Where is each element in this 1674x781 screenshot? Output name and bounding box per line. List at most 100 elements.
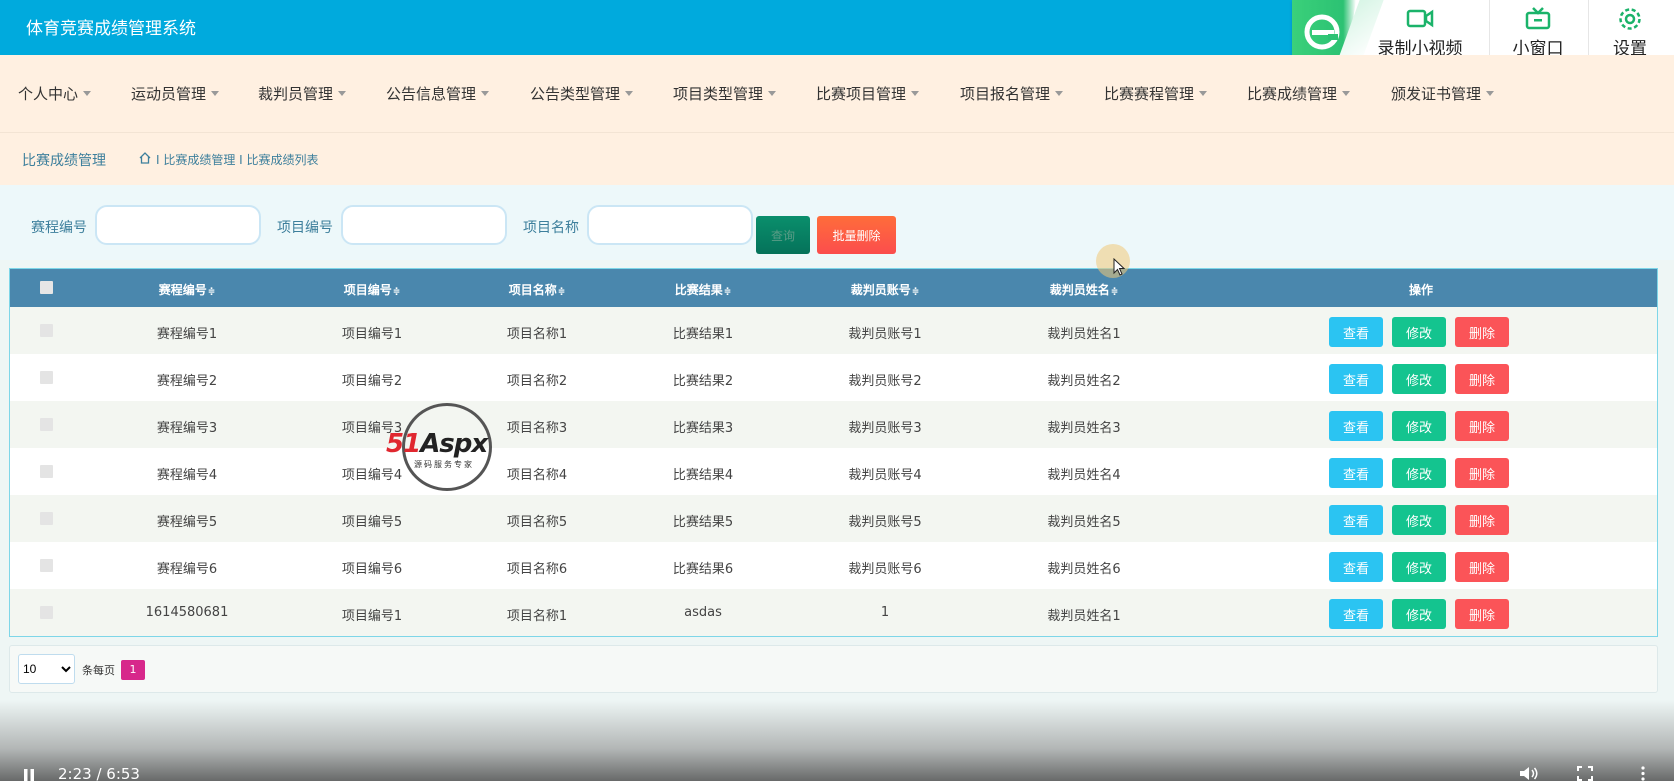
edit-button[interactable]: 修改 — [1392, 411, 1446, 441]
cell-project-name: 项目名称5 — [506, 515, 568, 530]
delete-button[interactable]: 删除 — [1455, 317, 1509, 347]
delete-button[interactable]: 删除 — [1455, 552, 1509, 582]
site-watermark: 51Aspx 源码服务专家 — [380, 403, 512, 491]
nav-item-match-project[interactable]: 比赛项目管理 — [816, 83, 920, 104]
cell-schedule-no: 赛程编号2 — [156, 374, 218, 389]
delete-button[interactable]: 删除 — [1455, 458, 1509, 488]
edit-button[interactable]: 修改 — [1392, 458, 1446, 488]
view-button[interactable]: 查看 — [1329, 317, 1383, 347]
settings-button[interactable]: 设置 — [1598, 4, 1662, 60]
sort-icon: ≑ — [911, 287, 920, 297]
cell-referee-account: 裁判员账号2 — [848, 374, 922, 389]
cell-referee-name: 裁判员姓名1 — [1047, 609, 1121, 624]
cell-referee-account: 裁判员账号1 — [848, 327, 922, 342]
header-schedule-no[interactable]: 赛程编号≑ — [159, 281, 216, 298]
pause-icon[interactable] — [22, 768, 36, 781]
header-referee-name[interactable]: 裁判员姓名≑ — [1050, 281, 1119, 298]
cell-project-name: 项目名称6 — [506, 562, 568, 577]
table-row: 赛程编号4 项目编号4 项目名称4 比赛结果4 裁判员账号4 裁判员姓名4 查看… — [10, 448, 1657, 495]
sort-icon: ≑ — [723, 287, 732, 297]
schedule-no-input[interactable] — [95, 205, 261, 245]
header-label: 项目编号 — [343, 283, 392, 297]
cell-schedule-no: 赛程编号5 — [156, 515, 218, 530]
nav-item-label: 颁发证书管理 — [1391, 85, 1482, 103]
view-button[interactable]: 查看 — [1329, 411, 1383, 441]
mini-window-button[interactable]: 小窗口 — [1498, 4, 1578, 60]
view-button[interactable]: 查看 — [1329, 458, 1383, 488]
nav-item-label: 公告信息管理 — [386, 85, 477, 103]
nav-item-label: 项目类型管理 — [673, 85, 764, 103]
row-checkbox[interactable] — [40, 324, 53, 337]
edit-button[interactable]: 修改 — [1392, 505, 1446, 535]
delete-button[interactable]: 删除 — [1455, 364, 1509, 394]
view-button[interactable]: 查看 — [1329, 599, 1383, 629]
row-checkbox[interactable] — [40, 371, 53, 384]
cell-schedule-no: 1614580681 — [145, 605, 229, 620]
table-row: 赛程编号5 项目编号5 项目名称5 比赛结果5 裁判员账号5 裁判员姓名5 查看… — [10, 495, 1657, 542]
view-button[interactable]: 查看 — [1329, 505, 1383, 535]
batch-delete-button[interactable]: 批量删除 — [817, 216, 896, 254]
volume-icon[interactable] — [1518, 766, 1540, 781]
tv-icon — [1498, 6, 1578, 34]
nav-item-athlete[interactable]: 运动员管理 — [131, 83, 220, 104]
nav-item-label: 比赛项目管理 — [816, 85, 907, 103]
nav-item-schedule[interactable]: 比赛赛程管理 — [1104, 83, 1208, 104]
header-referee-account[interactable]: 裁判员账号≑ — [851, 281, 920, 298]
header-project-name[interactable]: 项目名称≑ — [509, 281, 566, 298]
row-checkbox[interactable] — [40, 418, 53, 431]
page-size-select[interactable]: 10 — [18, 654, 75, 684]
header-project-no[interactable]: 项目编号≑ — [344, 281, 401, 298]
project-name-label: 项目名称 — [523, 220, 579, 236]
nav-item-label: 个人中心 — [18, 85, 79, 103]
nav-item-personal-center[interactable]: 个人中心 — [18, 83, 92, 104]
delete-button[interactable]: 删除 — [1455, 599, 1509, 629]
cell-referee-account: 裁判员账号5 — [848, 515, 922, 530]
home-icon[interactable] — [138, 150, 152, 169]
edit-button[interactable]: 修改 — [1392, 599, 1446, 629]
record-video-button[interactable]: 录制小视频 — [1362, 4, 1478, 60]
table-row: 赛程编号6 项目编号6 项目名称6 比赛结果6 裁判员账号6 裁判员姓名6 查看… — [10, 542, 1657, 589]
edit-button[interactable]: 修改 — [1392, 317, 1446, 347]
more-options-icon[interactable] — [1640, 766, 1646, 781]
mouse-pointer-icon — [1113, 257, 1126, 280]
delete-button[interactable]: 删除 — [1455, 411, 1509, 441]
nav-item-label: 运动员管理 — [131, 85, 207, 103]
nav-item-notice-type[interactable]: 公告类型管理 — [530, 83, 634, 104]
row-checkbox[interactable] — [40, 559, 53, 572]
nav-item-referee[interactable]: 裁判员管理 — [258, 83, 347, 104]
project-no-input[interactable] — [341, 205, 507, 245]
header-label: 裁判员姓名 — [1049, 283, 1110, 297]
project-name-input[interactable] — [587, 205, 753, 245]
cell-schedule-no: 赛程编号1 — [156, 327, 218, 342]
edit-button[interactable]: 修改 — [1392, 364, 1446, 394]
select-all-checkbox[interactable] — [40, 281, 53, 294]
cell-schedule-no: 赛程编号4 — [156, 468, 218, 483]
sort-icon: ≑ — [557, 287, 566, 297]
edit-button[interactable]: 修改 — [1392, 552, 1446, 582]
nav-item-results[interactable]: 比赛成绩管理 — [1247, 83, 1351, 104]
nav-item-project-type[interactable]: 项目类型管理 — [673, 83, 777, 104]
nav-item-certificate[interactable]: 颁发证书管理 — [1391, 83, 1495, 104]
caret-down-icon — [1486, 91, 1495, 96]
row-checkbox[interactable] — [40, 512, 53, 525]
row-checkbox[interactable] — [40, 465, 53, 478]
view-button[interactable]: 查看 — [1329, 552, 1383, 582]
page-number-1[interactable]: 1 — [121, 660, 145, 680]
cell-referee-account: 1 — [880, 605, 890, 620]
fullscreen-icon[interactable] — [1577, 766, 1593, 781]
nav-item-registration[interactable]: 项目报名管理 — [960, 83, 1064, 104]
cell-referee-account: 裁判员账号6 — [848, 562, 922, 577]
cell-project-no: 项目编号5 — [341, 515, 403, 530]
cell-project-no: 项目编号1 — [341, 327, 403, 342]
nav-item-notice-info[interactable]: 公告信息管理 — [386, 83, 490, 104]
delete-button[interactable]: 删除 — [1455, 505, 1509, 535]
watermark-brand: 51Aspx — [386, 429, 488, 459]
view-button[interactable]: 查看 — [1329, 364, 1383, 394]
table-header: 赛程编号≑ 项目编号≑ 项目名称≑ 比赛结果≑ 裁判员账号≑ 裁判员姓名≑ 操作 — [10, 269, 1657, 307]
header-result[interactable]: 比赛结果≑ — [675, 281, 732, 298]
row-checkbox[interactable] — [40, 606, 53, 619]
query-button[interactable]: 查询 — [756, 216, 810, 254]
header-label: 比赛结果 — [674, 283, 723, 297]
app-title: 体育竞赛成绩管理系统 — [26, 19, 196, 39]
cell-project-name: 项目名称2 — [506, 374, 568, 389]
